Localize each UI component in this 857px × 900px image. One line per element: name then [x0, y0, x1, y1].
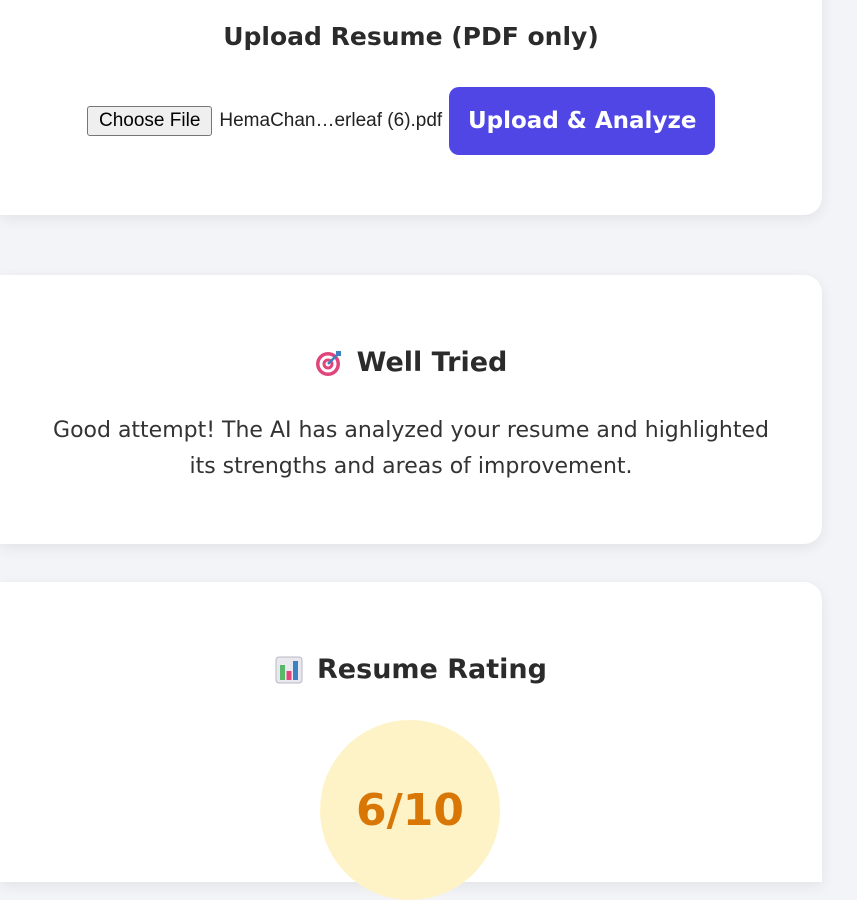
status-heading: Well Tried — [0, 347, 822, 378]
status-card: Well Tried Good attempt! The AI has anal… — [0, 275, 822, 544]
upload-title: Upload Resume (PDF only) — [223, 22, 599, 51]
rating-heading-text: Resume Rating — [317, 654, 547, 685]
target-icon — [315, 349, 343, 377]
rating-card: Resume Rating 6/10 — [0, 582, 822, 900]
bar-chart-icon — [275, 656, 303, 684]
status-heading-text: Well Tried — [356, 347, 508, 378]
upload-analyze-button[interactable]: Upload & Analyze — [449, 87, 716, 155]
rating-value: 6/10 — [356, 784, 464, 836]
upload-card: Upload Resume (PDF only) Choose File Hem… — [0, 0, 822, 215]
rating-circle: 6/10 — [320, 720, 500, 900]
status-message: Good attempt! The AI has analyzed your r… — [53, 418, 769, 479]
choose-file-button[interactable]: Choose File — [87, 106, 213, 136]
selected-file-name: HemaChan…erleaf (6).pdf — [219, 110, 443, 131]
file-upload-row: Choose File HemaChan…erleaf (6).pdf Uplo… — [87, 87, 716, 155]
rating-heading: Resume Rating — [0, 654, 822, 685]
